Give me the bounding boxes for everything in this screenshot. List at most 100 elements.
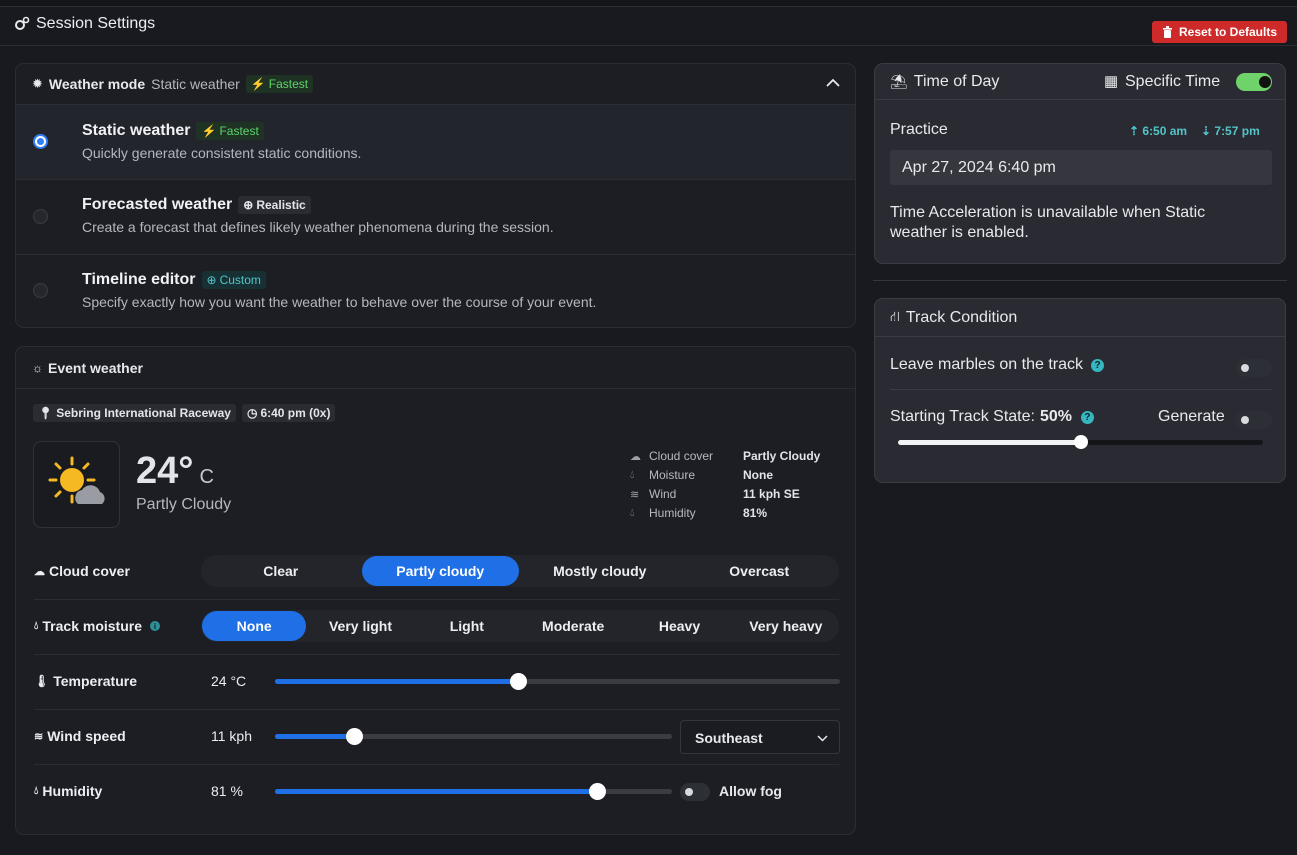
time-of-day-header: ⛱︎ Time of Day ▦ Specific Time	[875, 64, 1285, 100]
option-forecasted-weather[interactable]: Forecasted weather ⊕ Realistic Create a f…	[16, 180, 855, 255]
reset-to-defaults-button[interactable]: Reset to Defaults	[1152, 21, 1287, 43]
marbles-toggle[interactable]	[1236, 359, 1272, 377]
temperature-slider-handle[interactable]	[509, 673, 527, 690]
calendar-icon: ▦	[1104, 73, 1119, 90]
radio-forecasted-weather[interactable]	[33, 209, 48, 224]
moisture-option-moderate[interactable]: Moderate	[521, 611, 625, 641]
wind-icon: ≋	[630, 489, 640, 501]
event-weather-title: Event weather	[48, 359, 143, 376]
settings-gears-icon	[15, 16, 30, 30]
wind-speed-label: ≋ Wind speed	[34, 728, 126, 744]
stat-humidity-label: Humidity	[649, 506, 696, 520]
cloud-option-overcast[interactable]: Overcast	[681, 556, 839, 586]
wind-direction-select[interactable]: Southeast	[680, 720, 840, 754]
humidity-slider[interactable]	[275, 783, 672, 800]
track-condition-header: ⛙ Track Condition	[875, 299, 1285, 337]
moisture-option-very-light[interactable]: Very light	[308, 611, 412, 641]
temperature-slider-value: 24 °C	[211, 673, 247, 689]
track-condition-card: ⛙ Track Condition Leave marbles on the t…	[874, 298, 1286, 483]
sunrise-icon: ⛱︎	[890, 73, 908, 89]
track-state-slider-handle[interactable]	[1073, 435, 1088, 449]
map-pin-icon: 📍︎	[38, 406, 54, 420]
droplets-icon: 💧︎	[34, 619, 39, 632]
cloud-icon: ☁︎	[630, 451, 641, 463]
stat-wind-label: Wind	[649, 487, 677, 501]
humidity-icon: 💧︎	[34, 784, 39, 797]
radio-timeline-editor[interactable]	[33, 283, 48, 298]
allow-fog-label: Allow fog	[719, 783, 782, 799]
option-static-title-row: Static weather ⚡ Fastest	[82, 122, 264, 140]
track-moisture-label: 💧︎ Track moisture i	[34, 618, 161, 634]
divider	[34, 709, 839, 710]
wind-speed-value: 11 kph	[211, 728, 252, 744]
specific-time-label: Specific Time	[1125, 73, 1221, 90]
weather-mode-header[interactable]: ✹ Weather mode Static weather ⚡ Fastest	[16, 64, 855, 105]
humidity-slider-handle[interactable]	[588, 783, 606, 800]
option-timeline-title: Timeline editor	[82, 271, 196, 288]
weather-mode-title: Weather mode	[48, 76, 146, 92]
gear-icon: ✹	[32, 76, 43, 91]
humidity-icon: 💧︎	[630, 507, 635, 519]
chevron-up-icon[interactable]	[826, 78, 840, 88]
track-state-slider[interactable]	[898, 435, 1263, 449]
divider	[873, 280, 1287, 281]
moisture-option-none[interactable]: None	[202, 611, 307, 641]
event-weather-header: ☼ Event weather	[16, 347, 855, 389]
stat-cloud-label: Cloud cover	[649, 449, 714, 463]
stat-cloud-value: Partly Cloudy	[743, 449, 821, 463]
sunset-time: ⇣ 7:57 pm	[1201, 124, 1260, 138]
sun-cloud-icon: ☼	[32, 360, 43, 375]
cloud-option-clear[interactable]: Clear	[202, 556, 360, 586]
option-timeline-title-row: Timeline editor ⊕ Custom	[82, 271, 266, 289]
allow-fog-toggle[interactable]	[680, 783, 710, 801]
option-forecasted-title-row: Forecasted weather ⊕ Realistic	[82, 196, 311, 214]
help-icon[interactable]: ?	[1091, 358, 1104, 372]
moisture-option-very-heavy[interactable]: Very heavy	[734, 611, 838, 641]
wind-speed-slider[interactable]	[275, 728, 672, 745]
specific-time-toggle[interactable]	[1236, 73, 1272, 91]
option-timeline-editor[interactable]: Timeline editor ⊕ Custom Specify exactly …	[16, 255, 855, 327]
cloud-option-mostly-cloudy[interactable]: Mostly cloudy	[521, 556, 679, 586]
session-name: Practice	[890, 121, 948, 138]
stat-moisture-label: Moisture	[649, 468, 696, 482]
time-acceleration-note: Time Acceleration is unavailable when St…	[890, 204, 1206, 241]
divider	[890, 389, 1272, 390]
track-moisture-label-text: Track moisture	[42, 618, 143, 634]
info-icon[interactable]: i	[150, 621, 161, 631]
track-state-label: Starting Track State:	[890, 408, 1035, 425]
datetime-input[interactable]: Apr 27, 2024 6:40 pm	[890, 150, 1272, 185]
stat-wind-value: 11 kph SE	[743, 487, 800, 501]
bolt-icon: ⚡	[201, 124, 217, 138]
generate-toggle[interactable]	[1236, 411, 1272, 429]
clock-icon: ◷	[246, 406, 258, 420]
sunrise-time-text: 6:50 am	[1142, 124, 1188, 138]
option-static-title: Static weather	[82, 122, 191, 139]
cloud-cover-label-text: Cloud cover	[49, 563, 130, 579]
humidity-slider-fill	[275, 789, 597, 794]
weather-mode-card: ✹ Weather mode Static weather ⚡ Fastest S…	[15, 63, 856, 328]
temperature-slider[interactable]	[275, 673, 840, 690]
option-forecasted-badge: ⊕ Realistic	[238, 196, 311, 214]
thermometer-icon: 🌡︎	[34, 674, 50, 688]
track-state-row: Starting Track State: 50% ?	[890, 408, 1094, 426]
marbles-row: Leave marbles on the track ?	[890, 356, 1104, 374]
help-icon[interactable]: ?	[1080, 410, 1094, 424]
track-moisture-selector: None Very light Light Moderate Heavy Ver…	[201, 610, 839, 642]
radio-static-weather[interactable]	[33, 134, 48, 149]
road-icon: ⛙	[890, 308, 900, 324]
sunset-time-text: 7:57 pm	[1214, 124, 1260, 138]
time-text: 6:40 pm (0x)	[260, 406, 331, 420]
wind-speed-slider-handle[interactable]	[346, 728, 364, 745]
moisture-option-light[interactable]: Light	[415, 611, 519, 641]
cloud-option-partly-cloudy[interactable]: Partly cloudy	[361, 556, 519, 586]
droplets-icon: 💧︎	[630, 469, 635, 481]
moisture-option-heavy[interactable]: Heavy	[627, 611, 731, 641]
option-forecasted-badge-text: Realistic	[256, 198, 306, 212]
partly-cloudy-icon	[48, 456, 105, 504]
generate-label: Generate	[1158, 408, 1225, 425]
option-static-weather[interactable]: Static weather ⚡ Fastest Quickly generate…	[16, 105, 855, 180]
time-of-day-title: Time of Day	[913, 72, 1000, 90]
temperature-slider-fill	[275, 679, 518, 684]
weather-icon-box	[33, 441, 120, 528]
fastest-badge: ⚡ Fastest	[245, 75, 314, 93]
